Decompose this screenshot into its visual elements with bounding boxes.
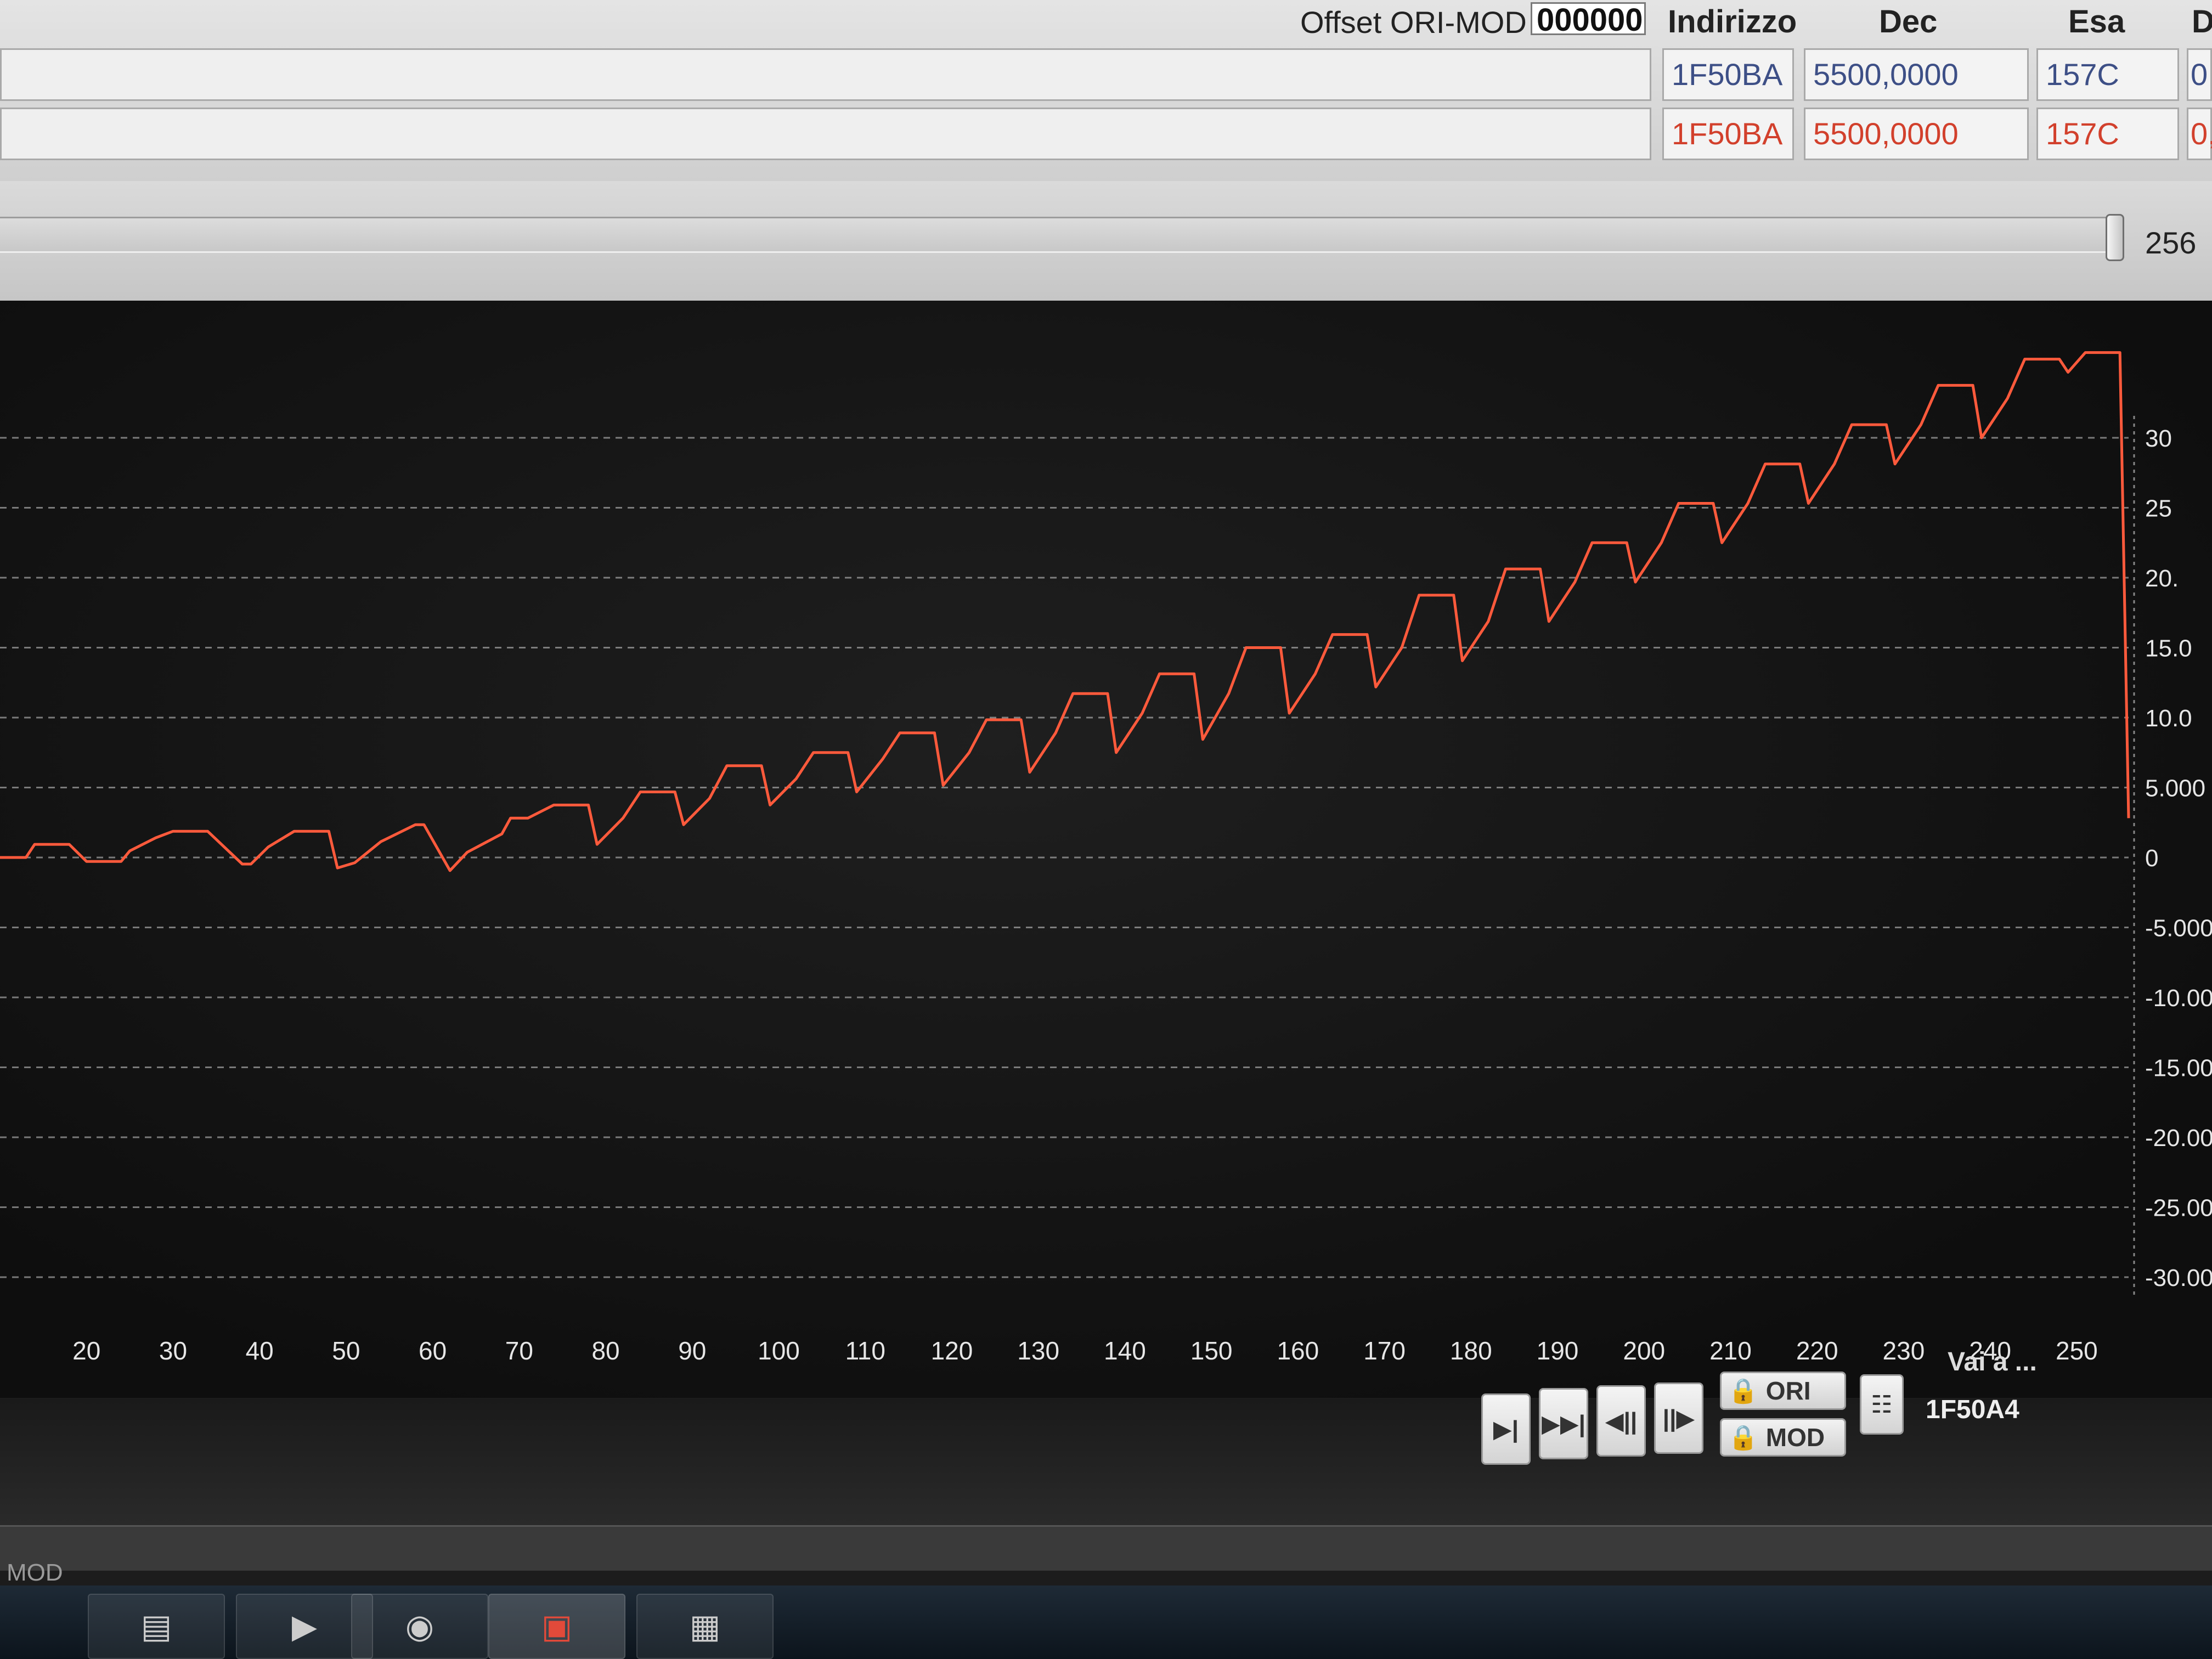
step-back-icon: ◀|| [1605, 1407, 1638, 1435]
mod-address-cell[interactable]: 1F50BA [1662, 108, 1794, 160]
firefox-icon: ◉ [405, 1607, 435, 1645]
mod-dec-cell[interactable]: 5500,0000 [1804, 108, 2029, 160]
y-tick-label: 5.000 [2145, 775, 2205, 802]
x-tick-label: 190 [1537, 1336, 1579, 1365]
table-icon: ☷ [1871, 1391, 1893, 1418]
column-header-address[interactable]: Indirizzo [1668, 3, 1797, 40]
chart-area[interactable]: 30 25 20. 15.0 10.0 5.000 0 -5.000 -10.000 -15.00… [0, 301, 2212, 1398]
y-tick-label: 25 [2145, 495, 2172, 522]
column-header-partial[interactable]: D [2192, 3, 2212, 40]
mod-hex-cell[interactable]: 157C [2036, 108, 2179, 160]
x-tick-label: 210 [1709, 1336, 1752, 1365]
status-bar [0, 1525, 2212, 1571]
lock-mod-label: MOD [1765, 1423, 1825, 1452]
goto-input[interactable]: 1F50A4 [1926, 1388, 2068, 1432]
x-tick-label: 70 [505, 1336, 533, 1365]
media-icon: ▶ [291, 1607, 318, 1645]
y-tick-label: 0 [2145, 845, 2158, 872]
column-header-dec[interactable]: Dec [1879, 3, 1937, 40]
column-header-hex[interactable]: Esa [2068, 3, 2125, 40]
x-tick-label: 150 [1190, 1336, 1233, 1365]
app-icon: ▣ [541, 1607, 573, 1645]
table-row-ori[interactable] [0, 48, 1651, 101]
status-mode: MOD [7, 1559, 63, 1586]
y-tick-label: -15.000 [2145, 1055, 2212, 1082]
x-tick-label: 130 [1017, 1336, 1059, 1365]
taskbar-app-editor[interactable]: ▣ [488, 1594, 625, 1659]
x-tick-label: 110 [845, 1336, 885, 1365]
x-tick-label: 180 [1450, 1336, 1492, 1365]
table-view-button[interactable]: ☷ [1860, 1374, 1904, 1435]
y-tick-label: 20. [2145, 565, 2179, 592]
zoom-slider-track[interactable] [0, 217, 2123, 253]
x-tick-label: 80 [591, 1336, 619, 1365]
x-tick-label: 220 [1796, 1336, 1838, 1365]
y-tick-label: -25.000 [2145, 1195, 2212, 1222]
x-tick-label: 160 [1277, 1336, 1319, 1365]
line-chart[interactable]: 30 25 20. 15.0 10.0 5.000 0 -5.000 -10.000 -15.00… [0, 301, 2212, 1398]
goto-label: Vai a ... [1948, 1347, 2037, 1376]
ori-dec-cell[interactable]: 5500,0000 [1804, 48, 2029, 101]
mod-partial-cell[interactable]: 0, [2187, 108, 2212, 160]
x-tick-label: 20 [72, 1336, 100, 1365]
y-tick-label: -10.000 [2145, 985, 2212, 1012]
play-button[interactable]: ▶| [1481, 1393, 1531, 1465]
step-forward-icon: ||▶ [1662, 1404, 1695, 1432]
y-tick-label: 30 [2145, 425, 2172, 452]
x-tick-label: 30 [159, 1336, 187, 1365]
x-tick-label: 140 [1104, 1336, 1146, 1365]
ori-hex-cell[interactable]: 157C [2036, 48, 2179, 101]
taskbar-app-explorer[interactable]: ▤ [88, 1594, 225, 1659]
taskbar-app-firefox[interactable]: ◉ [351, 1594, 488, 1659]
y-tick-label: 10.0 [2145, 705, 2192, 732]
offset-label: Offset ORI-MOD [1300, 5, 1527, 40]
lock-ori-label: ORI [1765, 1376, 1811, 1405]
x-tick-label: 250 [2056, 1336, 2098, 1365]
window-icon: ▦ [689, 1607, 721, 1645]
step-back-button[interactable]: ◀|| [1596, 1385, 1646, 1457]
lock-icon: 🔒 [1728, 1424, 1758, 1451]
zoom-slider-thumb[interactable] [2106, 214, 2124, 261]
lock-mod-button[interactable]: 🔒 MOD [1720, 1418, 1846, 1457]
lock-ori-button[interactable]: 🔒 ORI [1720, 1372, 1846, 1410]
ori-partial-cell[interactable]: 0 [2187, 48, 2212, 101]
fast-forward-icon: ▶▶| [1542, 1410, 1585, 1437]
offset-input[interactable]: 000000 [1531, 2, 1646, 37]
y-tick-label: -30.000 [2145, 1265, 2212, 1291]
x-tick-label: 230 [1883, 1336, 1925, 1365]
folder-icon: ▤ [140, 1607, 172, 1645]
y-tick-label: -20.000 [2145, 1125, 2212, 1152]
x-tick-label: 120 [931, 1336, 973, 1365]
x-tick-label: 200 [1623, 1336, 1665, 1365]
x-tick-label: 90 [678, 1336, 706, 1365]
step-forward-button[interactable]: ||▶ [1654, 1383, 1703, 1454]
x-tick-label: 60 [419, 1336, 447, 1365]
lock-icon: 🔒 [1728, 1378, 1758, 1404]
x-tick-label: 50 [332, 1336, 360, 1365]
x-tick-label: 170 [1363, 1336, 1406, 1365]
y-tick-label: 15.0 [2145, 635, 2192, 662]
fast-forward-button[interactable]: ▶▶| [1539, 1388, 1588, 1459]
x-tick-label: 100 [758, 1336, 800, 1365]
series-line[interactable] [0, 351, 2130, 872]
play-icon: ▶| [1493, 1415, 1519, 1443]
zoom-slider-value: 256 [2145, 225, 2197, 260]
table-row-mod[interactable] [0, 108, 1651, 160]
comparison-header: Offset ORI-MOD 000000 Indirizzo Dec Esa … [0, 0, 2212, 183]
y-tick-label: -5.000 [2145, 915, 2212, 942]
taskbar-app-other[interactable]: ▦ [636, 1594, 774, 1659]
x-tick-label: 40 [246, 1336, 274, 1365]
ori-address-cell[interactable]: 1F50BA [1662, 48, 1794, 101]
